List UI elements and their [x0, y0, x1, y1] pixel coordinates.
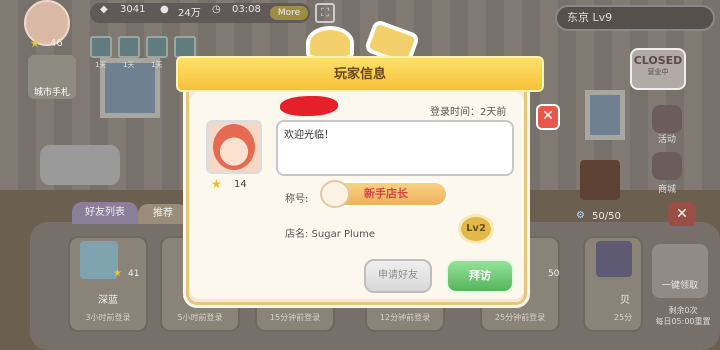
- slot-4[interactable]: [174, 36, 196, 58]
- dialog-title: 玩家信息: [333, 67, 386, 82]
- gem-count: 24万: [178, 8, 201, 19]
- friend-level: 41: [128, 269, 140, 279]
- shop-level-badge: Lv2: [458, 214, 494, 244]
- more-button[interactable]: More: [270, 6, 308, 20]
- friend-login-time: 3小时前登录: [85, 313, 131, 322]
- shop-icon[interactable]: [652, 152, 682, 180]
- closed-sign[interactable]: CLOSED 营业中: [630, 48, 686, 90]
- location-label[interactable]: 东京 Lv9: [555, 5, 715, 31]
- player-level-top: 46: [50, 38, 63, 49]
- login-time: 登录时间：2天前: [430, 107, 507, 118]
- add-friend-button[interactable]: 申请好友: [364, 259, 432, 293]
- friend-name: 深蓝: [98, 295, 118, 306]
- friend-level: 50: [548, 269, 560, 279]
- avatar-face: [213, 124, 255, 170]
- city-book-label: 城市手札: [33, 88, 70, 98]
- star-icon: ★: [113, 268, 122, 279]
- friend-login-time: 25分: [613, 313, 633, 322]
- event-icon[interactable]: [652, 105, 682, 133]
- friend-login-time: 12分钟前登录: [379, 313, 431, 322]
- chair: [580, 160, 620, 200]
- one-click-claim-button[interactable]: 一键领取: [652, 244, 708, 298]
- tab-recommend[interactable]: 推荐: [138, 204, 188, 224]
- title-label: 称号:: [285, 194, 309, 205]
- star-icon: ★: [30, 37, 40, 50]
- whisk-decoration-icon: [306, 26, 354, 60]
- clock-icon: ◷: [212, 4, 221, 15]
- friend-login-time: 25分钟前登录: [494, 313, 546, 322]
- gem-icon: ◆: [100, 4, 108, 15]
- slot-1[interactable]: [90, 36, 112, 58]
- claim-reset-time: 每日05:00重置: [655, 317, 711, 326]
- fullscreen-icon[interactable]: ⛶: [315, 3, 335, 23]
- couch: [40, 145, 120, 185]
- window: [585, 90, 625, 140]
- welcome-message: 欢迎光临！: [276, 120, 514, 176]
- gear-icon: ⚙: [576, 210, 585, 221]
- player-level: 14: [234, 179, 247, 190]
- timer: 03:08: [232, 4, 261, 15]
- redacted-player-name: [280, 96, 338, 116]
- friend-name: 贝: [620, 295, 630, 306]
- slot-label: 1天: [95, 61, 107, 69]
- slot-label: 1天: [123, 61, 135, 69]
- close-panel-icon[interactable]: ✕: [668, 202, 696, 226]
- tab-friends[interactable]: 好友列表: [72, 202, 138, 224]
- closed-sign-sub: 营业中: [647, 68, 669, 76]
- friend-login-time: 5小时前登录: [177, 313, 223, 322]
- event-label: 活动: [657, 135, 676, 145]
- shop-name: 店名: Sugar Plume: [285, 229, 376, 240]
- closed-sign-title: CLOSED: [633, 54, 683, 67]
- claim-remaining-count: 剩余0次: [668, 306, 698, 315]
- claim-remaining: 剩余0次 每日05:00重置: [648, 305, 718, 327]
- friend-login-time: 15分钟前登录: [269, 313, 321, 322]
- slot-3[interactable]: [146, 36, 168, 58]
- friend-count: 50/50: [592, 211, 621, 222]
- shop-label-side: 商城: [657, 185, 676, 195]
- piping-bag-icon: [320, 180, 350, 208]
- slot-label: 1天: [151, 61, 163, 69]
- slot-2[interactable]: [118, 36, 140, 58]
- close-dialog-button[interactable]: ✕: [536, 104, 560, 130]
- friend-avatar: [596, 241, 632, 277]
- visit-button[interactable]: 拜访: [446, 259, 514, 293]
- coin-icon: ●: [160, 4, 169, 15]
- star-icon: ★: [211, 177, 222, 191]
- coin-count: 3041: [120, 4, 146, 15]
